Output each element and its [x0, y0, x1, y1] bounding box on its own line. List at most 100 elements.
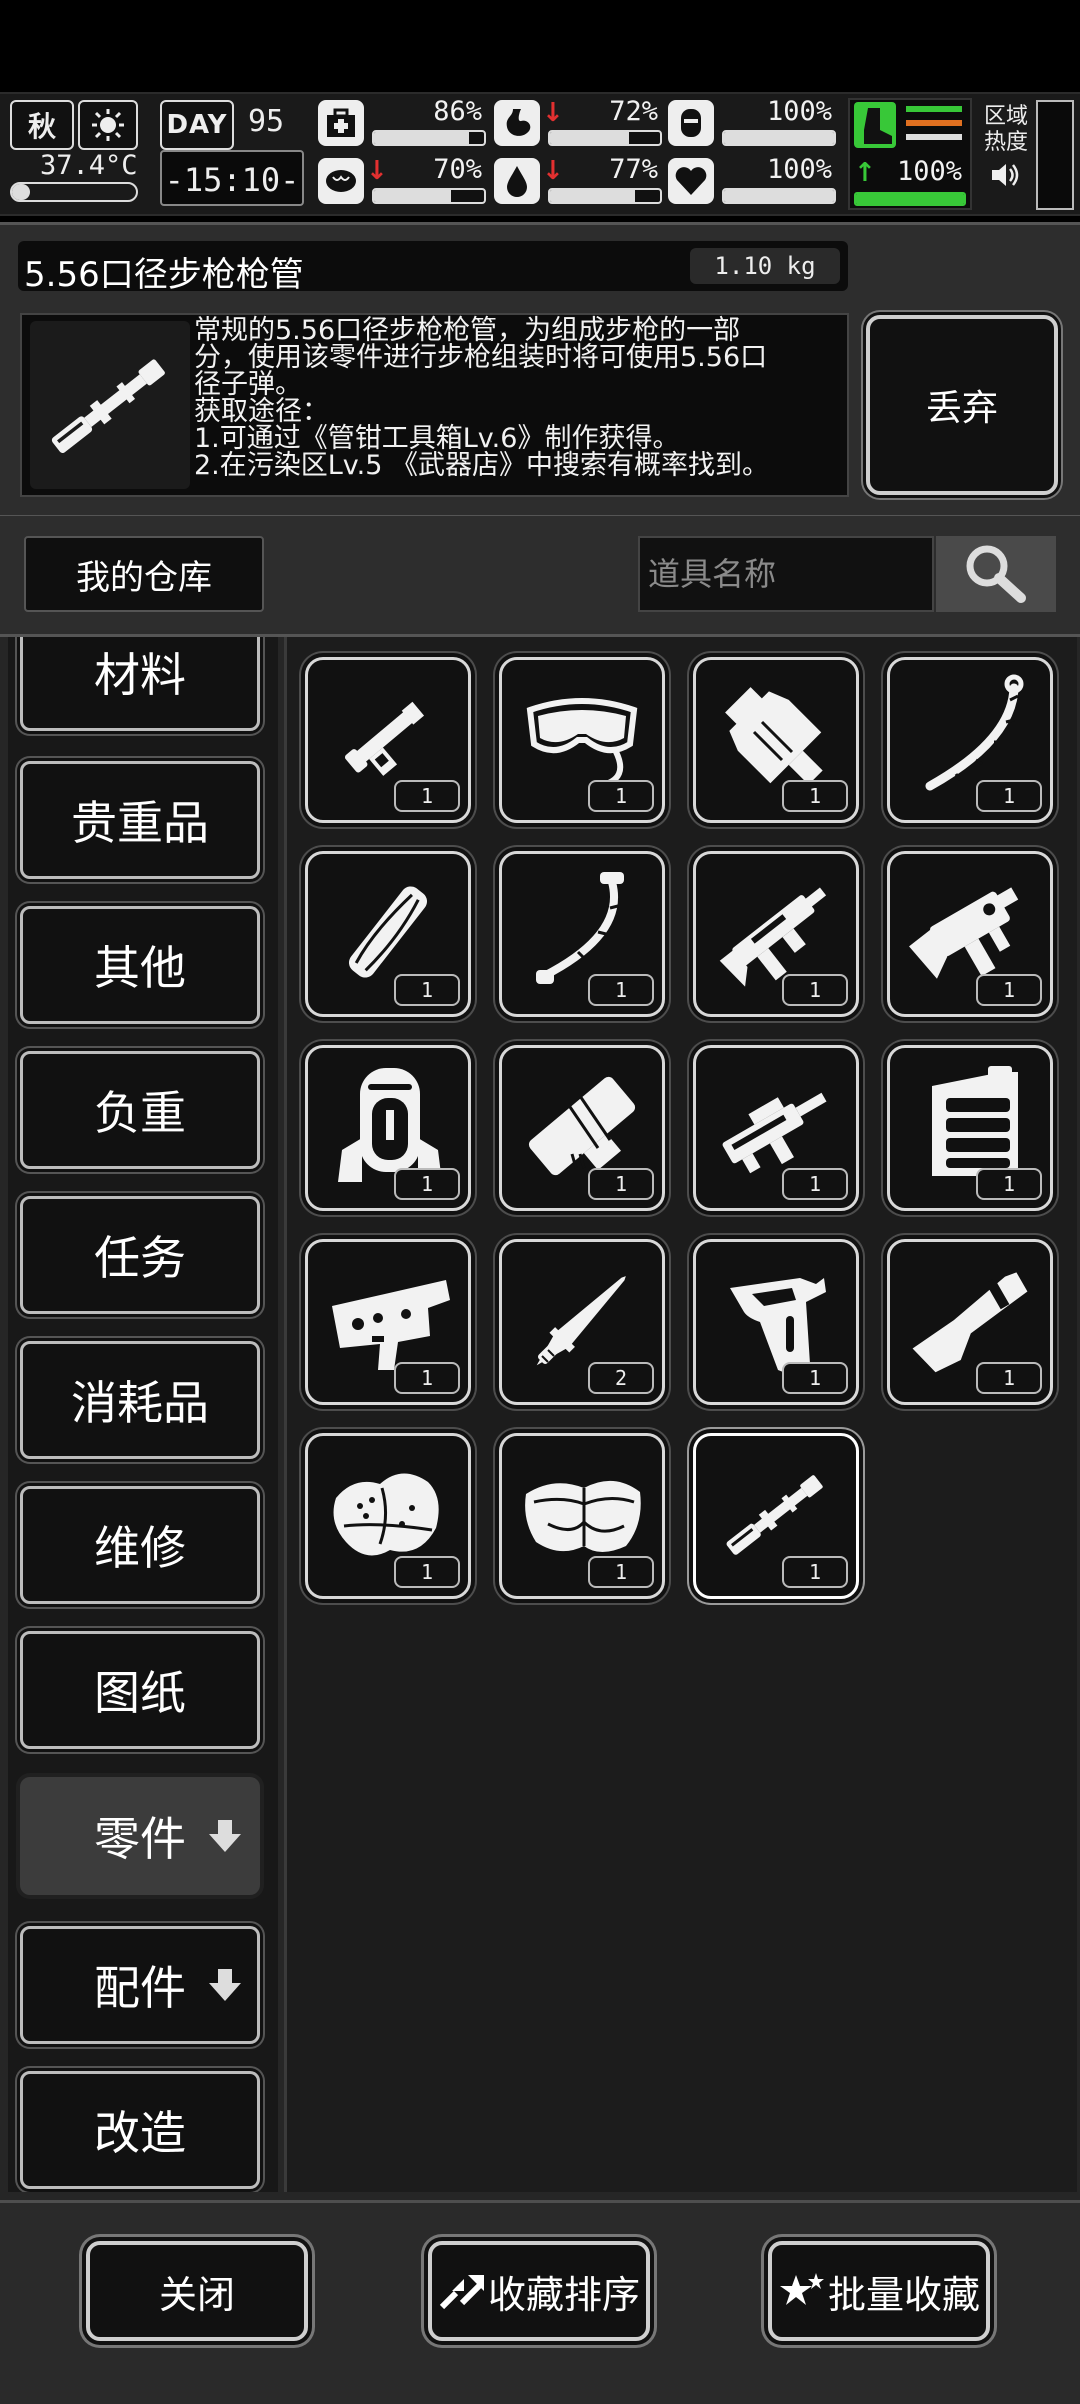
item-count: 1	[976, 1362, 1042, 1394]
item-count: 1	[976, 1168, 1042, 1200]
armor-icon	[668, 100, 714, 146]
inventory-slot[interactable]: 1	[499, 851, 665, 1017]
item-count: 1	[394, 974, 460, 1006]
sanity-value: 70%	[433, 154, 482, 185]
item-count: 1	[394, 1168, 460, 1200]
item-title-bar: 5.56口径步枪枪管 1.10 kg	[18, 241, 848, 295]
arrow-down-icon	[209, 1969, 241, 2001]
category-modify[interactable]: 改造	[20, 2071, 260, 2189]
category-quests[interactable]: 任务	[20, 1196, 260, 1314]
search-icon	[966, 545, 1026, 603]
discard-label: 丢弃	[925, 388, 998, 429]
item-count: 1	[394, 1362, 460, 1394]
hunger-bar	[548, 130, 662, 146]
category-materials[interactable]: 材料	[20, 637, 260, 731]
category-parts[interactable]: 零件	[20, 1777, 260, 1895]
category-label: 负重	[94, 1086, 186, 1140]
inventory-slot[interactable]: 1	[693, 1433, 859, 1599]
water-drop-icon	[494, 158, 540, 204]
item-count: 1	[588, 974, 654, 1006]
inventory-slot[interactable]: 1	[693, 1045, 859, 1211]
category-valuables[interactable]: 贵重品	[20, 761, 260, 879]
item-description: 常规的5.56口径步枪枪管，为组成步枪的一部 分，使用该零件进行步枪组装时将可使…	[194, 315, 770, 481]
temperature-readout: 37.4°C	[40, 150, 138, 181]
thirst-value: 77%	[609, 154, 658, 185]
item-count: 1	[782, 780, 848, 812]
item-count: 1	[782, 1362, 848, 1394]
search-button[interactable]	[936, 536, 1056, 612]
inventory-slot[interactable]: 1	[693, 851, 859, 1017]
batch-favorite-button[interactable]: 批量收藏	[768, 2241, 990, 2341]
inventory-slot[interactable]: 1	[693, 1239, 859, 1405]
day-badge: DAY	[160, 100, 234, 150]
category-load[interactable]: 负重	[20, 1051, 260, 1169]
category-label: 改造	[94, 2106, 186, 2160]
stamina-value: 100%	[896, 156, 962, 187]
close-button[interactable]: 关闭	[86, 2241, 308, 2341]
category-label: 零件	[94, 1812, 186, 1866]
hunger-value: 72%	[609, 96, 658, 127]
inventory-main: 材料 贵重品 其他 负重 任务 消耗品 维修 图纸 零件 配件 改造 11111…	[0, 637, 1080, 2200]
item-description-box[interactable]: 常规的5.56口径步枪枪管，为组成步枪的一部 分，使用该零件进行步枪组装时将可使…	[20, 313, 849, 497]
discard-button[interactable]: 丢弃	[866, 315, 1058, 495]
inventory-slot[interactable]: 1	[887, 1045, 1053, 1211]
item-count: 1	[394, 780, 460, 812]
stamina-stripes-icon	[906, 106, 962, 146]
thirst-bar	[548, 188, 662, 204]
inventory-slot[interactable]: 1	[887, 1239, 1053, 1405]
item-detail-panel: 5.56口径步枪枪管 1.10 kg 常规的5.56口径步枪枪管，为组成步枪的一…	[0, 222, 1080, 518]
inventory-slot[interactable]: 1	[305, 657, 471, 823]
item-name-search-input[interactable]	[638, 536, 934, 612]
medkit-icon	[318, 100, 364, 146]
sun-icon	[78, 100, 138, 150]
inventory-slot[interactable]: 1	[499, 657, 665, 823]
rifle-barrel-icon	[30, 321, 190, 489]
my-warehouse-button[interactable]: 我的仓库	[24, 536, 264, 612]
category-consumables[interactable]: 消耗品	[20, 1341, 260, 1459]
health-value: 86%	[433, 96, 482, 127]
inventory-slot[interactable]: 1	[305, 1433, 471, 1599]
item-weight: 1.10 kg	[690, 248, 840, 284]
clock-panel: -15:10-	[160, 150, 304, 206]
inventory-slot[interactable]: 1	[887, 657, 1053, 823]
inventory-slot[interactable]: 1	[499, 1045, 665, 1211]
category-other[interactable]: 其他	[20, 906, 260, 1024]
health-bar	[372, 130, 486, 146]
item-grid: 1 1 1 1 1 1 1 1 1 1 1 1 1 2 1 1 1 1 1	[284, 637, 1077, 2192]
thermometer-icon	[10, 182, 138, 202]
boot-icon	[854, 102, 896, 148]
heart-icon	[668, 158, 714, 204]
inventory-slot[interactable]: 1	[305, 1045, 471, 1211]
category-sidebar[interactable]: 材料 贵重品 其他 负重 任务 消耗品 维修 图纸 零件 配件 改造	[8, 637, 278, 2192]
heart-bar	[722, 188, 836, 204]
category-label: 贵重品	[71, 796, 209, 850]
close-label: 关闭	[158, 2272, 235, 2317]
region-heat[interactable]: 区域热度	[984, 104, 1030, 204]
favorite-sort-button[interactable]: 收藏排序	[428, 2241, 650, 2341]
item-title: 5.56口径步枪枪管	[24, 255, 304, 295]
batch-favorite-label: 批量收藏	[827, 2272, 980, 2317]
stomach-icon	[494, 100, 540, 146]
inventory-slot[interactable]: 1	[887, 851, 1053, 1017]
inventory-slot[interactable]: 1	[499, 1433, 665, 1599]
category-label: 图纸	[94, 1666, 186, 1720]
inventory-slot[interactable]: 1	[305, 851, 471, 1017]
inventory-slot[interactable]: 1	[305, 1239, 471, 1405]
item-count: 1	[976, 974, 1042, 1006]
armor-bar	[722, 130, 836, 146]
brain-icon	[318, 158, 364, 204]
category-repair[interactable]: 维修	[20, 1486, 260, 1604]
item-count: 1	[588, 780, 654, 812]
day-label: DAY	[166, 110, 228, 140]
sanity-bar	[372, 188, 486, 204]
category-blueprints[interactable]: 图纸	[20, 1631, 260, 1749]
item-count: 1	[782, 1556, 848, 1588]
category-attachments[interactable]: 配件	[20, 1926, 260, 2044]
inventory-slot[interactable]: 2	[499, 1239, 665, 1405]
speaker-icon[interactable]	[990, 160, 1022, 194]
favorite-sort-label: 收藏排序	[487, 2272, 640, 2317]
warehouse-search-row: 我的仓库	[0, 516, 1080, 637]
bottom-action-bar: 关闭 收藏排序 批量收藏	[0, 2200, 1080, 2404]
inventory-slot[interactable]: 1	[693, 657, 859, 823]
stamina-bar	[854, 192, 966, 206]
